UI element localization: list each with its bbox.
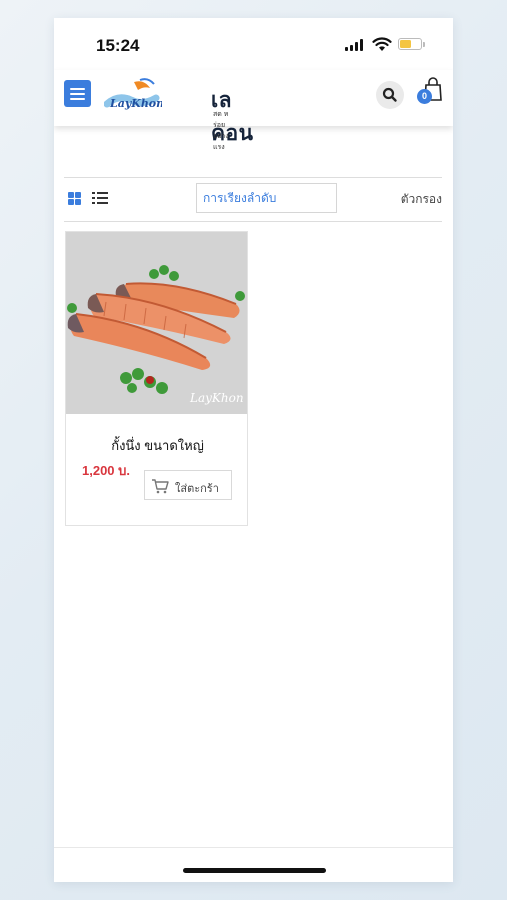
- filter-button[interactable]: ตัวกรอง: [401, 190, 442, 209]
- list-view-icon[interactable]: [92, 192, 108, 205]
- status-time: 15:24: [96, 36, 140, 55]
- divider: [64, 177, 442, 178]
- cart-count-badge: 0: [417, 89, 432, 104]
- product-name[interactable]: กั้งนึ่ง ขนาดใหญ่: [66, 435, 249, 456]
- status-bar: 15:24: [54, 18, 453, 70]
- cart-button[interactable]: 0: [416, 76, 446, 110]
- divider: [54, 847, 453, 848]
- add-to-cart-label: ใส่ตะกร้า: [175, 483, 219, 495]
- search-button[interactable]: [376, 81, 404, 109]
- phone-screen: 15:24 LayKhon เลคอน สด หร่อย อย่างแรง 0 …: [54, 18, 453, 882]
- mantis-shrimp-photo: LayKhon: [66, 232, 247, 414]
- add-to-cart-button[interactable]: ใส่ตะกร้า: [144, 470, 232, 500]
- cart-icon: [152, 479, 169, 494]
- brand-tagline: สด หร่อย อย่างแรง: [213, 111, 229, 151]
- grid-view-icon[interactable]: [68, 192, 81, 205]
- home-indicator[interactable]: [183, 868, 326, 873]
- watermark-text: LayKhon: [189, 391, 244, 405]
- wifi-icon: [372, 37, 392, 51]
- product-image[interactable]: LayKhon: [66, 232, 247, 414]
- product-card[interactable]: LayKhon กั้งนึ่ง ขนาดใหญ่ 1,200 บ. ใส่ตะ…: [65, 231, 248, 526]
- menu-icon: [70, 88, 85, 90]
- logo[interactable]: LayKhon เลคอน สด หร่อย อย่างแรง: [104, 76, 253, 151]
- cellular-signal-icon: [345, 39, 365, 51]
- sort-dropdown[interactable]: การเรียงลำดับ: [196, 183, 337, 213]
- site-header: LayKhon เลคอน สด หร่อย อย่างแรง 0: [54, 70, 453, 151]
- battery-icon: [398, 38, 425, 50]
- logo-emblem: LayKhon: [104, 78, 162, 110]
- logo-text: LayKhon: [109, 97, 162, 110]
- search-icon: [382, 87, 397, 102]
- divider: [64, 221, 442, 222]
- menu-button[interactable]: [64, 80, 91, 107]
- product-price: 1,200 บ.: [82, 463, 131, 478]
